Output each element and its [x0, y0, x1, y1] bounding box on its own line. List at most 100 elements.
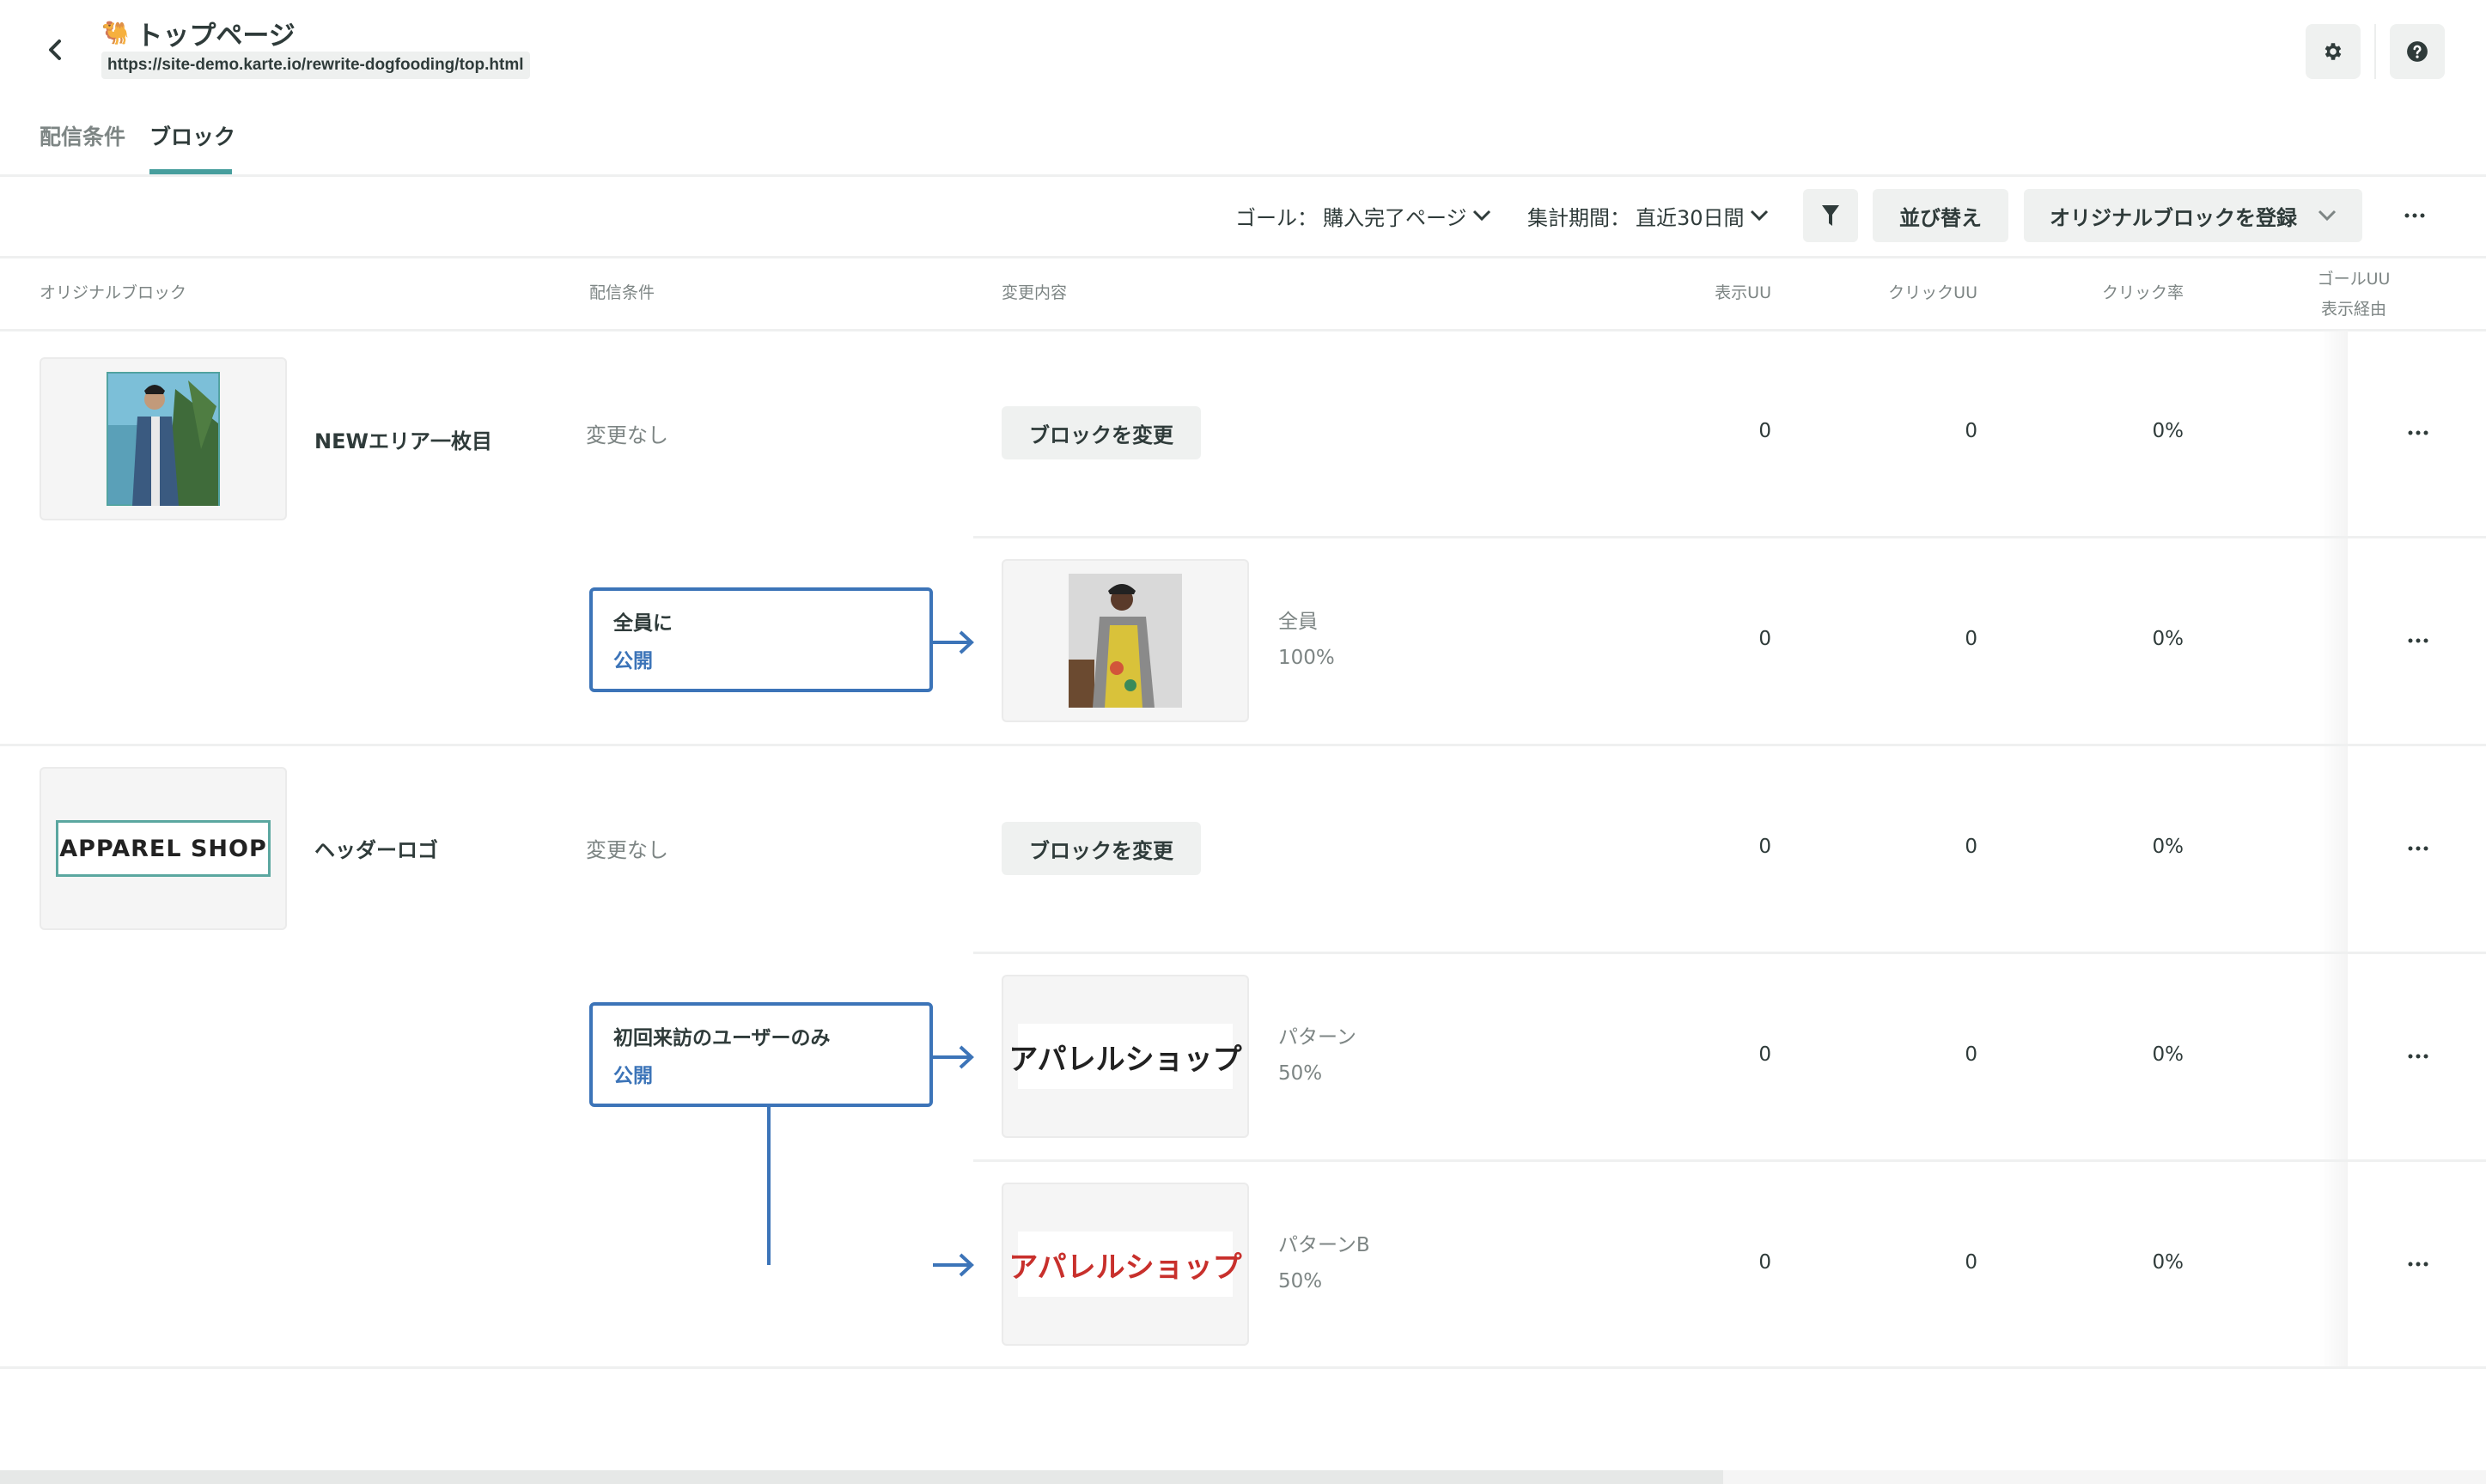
woman-photo-image: [1069, 574, 1182, 708]
col-click-rate[interactable]: クリック率: [2062, 280, 2184, 303]
variant-label: パターンB: [1278, 1234, 1370, 1256]
click-uu-value: 0: [1965, 1251, 1977, 1274]
click-uu-value: 0: [1965, 1043, 1977, 1066]
click-rate-value: 0%: [2152, 1251, 2184, 1274]
col-original-block: オリジナルブロック: [40, 283, 187, 302]
condition-card[interactable]: 全員に 公開: [589, 587, 933, 692]
tab-blocks[interactable]: ブロック: [149, 120, 235, 151]
settings-button[interactable]: [2306, 24, 2361, 79]
variant-info: パターンB 50%: [1278, 1227, 1370, 1299]
variant-thumbnail[interactable]: アパレルショップ: [1002, 975, 1249, 1138]
click-rate-value: 0%: [2152, 1043, 2184, 1066]
row-more-button[interactable]: [2397, 623, 2440, 658]
block-divider: [0, 744, 2486, 746]
chevron-left-icon: [49, 40, 61, 60]
page-url: https://site-demo.karte.io/rewrite-dogfo…: [101, 52, 530, 79]
tabs-divider: [0, 174, 2486, 177]
branch-connector: [767, 1107, 771, 1265]
tab-conditions[interactable]: 配信条件: [40, 120, 125, 151]
click-uu-value: 0: [1965, 628, 1977, 650]
click-rate-value: 0%: [2152, 628, 2184, 650]
display-uu-value: 0: [1758, 420, 1771, 442]
display-uu-value: 0: [1758, 836, 1771, 858]
row-more-button[interactable]: [2397, 1247, 2440, 1281]
horizontal-scrollbar-thumb[interactable]: [0, 1470, 1723, 1484]
col-click-uu[interactable]: クリックUU: [1838, 280, 1977, 303]
row-more-button[interactable]: [2397, 831, 2440, 866]
block-name: NEWエリア一枚目: [314, 429, 492, 453]
condition-status: 公開: [613, 1065, 653, 1087]
row-divider: [973, 536, 2486, 538]
variant-share: 100%: [1278, 647, 1335, 669]
arrow-right-icon: [933, 1253, 974, 1277]
click-uu-value: 0: [1965, 836, 1977, 858]
register-original-block-button[interactable]: オリジナルブロックを登録: [2024, 189, 2362, 242]
back-button[interactable]: [38, 33, 72, 67]
block-name: ヘッダーロゴ: [314, 838, 438, 862]
chevron-down-icon: [2318, 210, 2337, 222]
gear-icon: [2325, 43, 2342, 60]
display-uu-value: 0: [1758, 628, 1771, 650]
filter-icon: [1822, 205, 1839, 226]
variant-label: 全員: [1278, 611, 1318, 633]
page-title: 🐫 トップページ: [101, 14, 296, 52]
col-goal-uu-line1: ゴールUU: [2317, 270, 2391, 289]
period-value: 直近30日間: [1636, 205, 1745, 230]
toolbar-divider: [0, 256, 2486, 258]
camel-icon: 🐫: [101, 20, 130, 46]
variant-logo-text: アパレルショップ: [1008, 1024, 1242, 1089]
variant-info: 全員 100%: [1278, 604, 1335, 676]
header-divider-line: [0, 329, 2486, 331]
chevron-down-icon: [1750, 210, 1768, 222]
condition-status: 公開: [613, 650, 653, 672]
row-more-button[interactable]: [2397, 1039, 2440, 1073]
condition-no-change: 変更なし: [586, 423, 668, 447]
arrow-right-icon: [933, 630, 974, 654]
display-uu-value: 0: [1758, 1043, 1771, 1066]
row-divider: [973, 952, 2486, 954]
apparel-shop-logo: APPAREL SHOP: [56, 820, 271, 877]
row-more-button[interactable]: [2397, 416, 2440, 450]
condition-card[interactable]: 初回来訪のユーザーのみ 公開: [589, 1002, 933, 1107]
sticky-column-shadow: [2319, 331, 2348, 1367]
more-options-button[interactable]: [2393, 194, 2436, 237]
col-display-uu[interactable]: 表示UU: [1666, 280, 1771, 303]
header-divider: [2374, 24, 2376, 79]
condition-title: 全員に: [613, 612, 673, 635]
original-block-thumbnail[interactable]: APPAREL SHOP: [40, 767, 287, 930]
col-goal-uu[interactable]: ゴールUU 表示経由: [2285, 265, 2422, 325]
col-goal-uu-line2: 表示経由: [2320, 300, 2386, 319]
goal-label: ゴール：: [1235, 205, 1318, 230]
period-select[interactable]: 集計期間： 直近30日間: [1527, 189, 1769, 242]
more-horizontal-icon: [2408, 638, 2428, 643]
row-divider: [973, 1159, 2486, 1162]
variant-share: 50%: [1278, 1270, 1323, 1292]
variant-thumbnail[interactable]: アパレルショップ: [1002, 1183, 1249, 1346]
more-horizontal-icon: [2408, 1262, 2428, 1267]
more-horizontal-icon: [2408, 430, 2428, 435]
goal-value: 購入完了ページ: [1323, 205, 1467, 230]
period-label: 集計期間：: [1527, 205, 1630, 230]
variant-logo-text: アパレルショップ: [1008, 1232, 1242, 1297]
variant-thumbnail[interactable]: [1002, 559, 1249, 722]
variant-share: 50%: [1278, 1062, 1323, 1085]
chevron-down-icon: [1472, 210, 1490, 222]
click-rate-value: 0%: [2152, 420, 2184, 442]
more-horizontal-icon: [2408, 846, 2428, 851]
register-label: オリジナルブロックを登録: [2050, 205, 2297, 230]
page-title-text: トップページ: [136, 21, 296, 52]
variant-label: パターン: [1278, 1026, 1356, 1049]
original-block-thumbnail[interactable]: [40, 357, 287, 520]
more-horizontal-icon: [2404, 213, 2425, 218]
arrow-right-icon: [933, 1045, 974, 1069]
sort-button[interactable]: 並び替え: [1873, 189, 2008, 242]
change-block-button[interactable]: ブロックを変更: [1002, 822, 1201, 875]
display-uu-value: 0: [1758, 1251, 1771, 1274]
click-uu-value: 0: [1965, 420, 1977, 442]
help-icon: [2407, 41, 2428, 62]
help-button[interactable]: [2390, 24, 2445, 79]
goal-select[interactable]: ゴール： 購入完了ページ: [1235, 189, 1491, 242]
table-bottom-divider: [0, 1366, 2486, 1369]
change-block-button[interactable]: ブロックを変更: [1002, 406, 1201, 459]
filter-button[interactable]: [1803, 189, 1858, 242]
